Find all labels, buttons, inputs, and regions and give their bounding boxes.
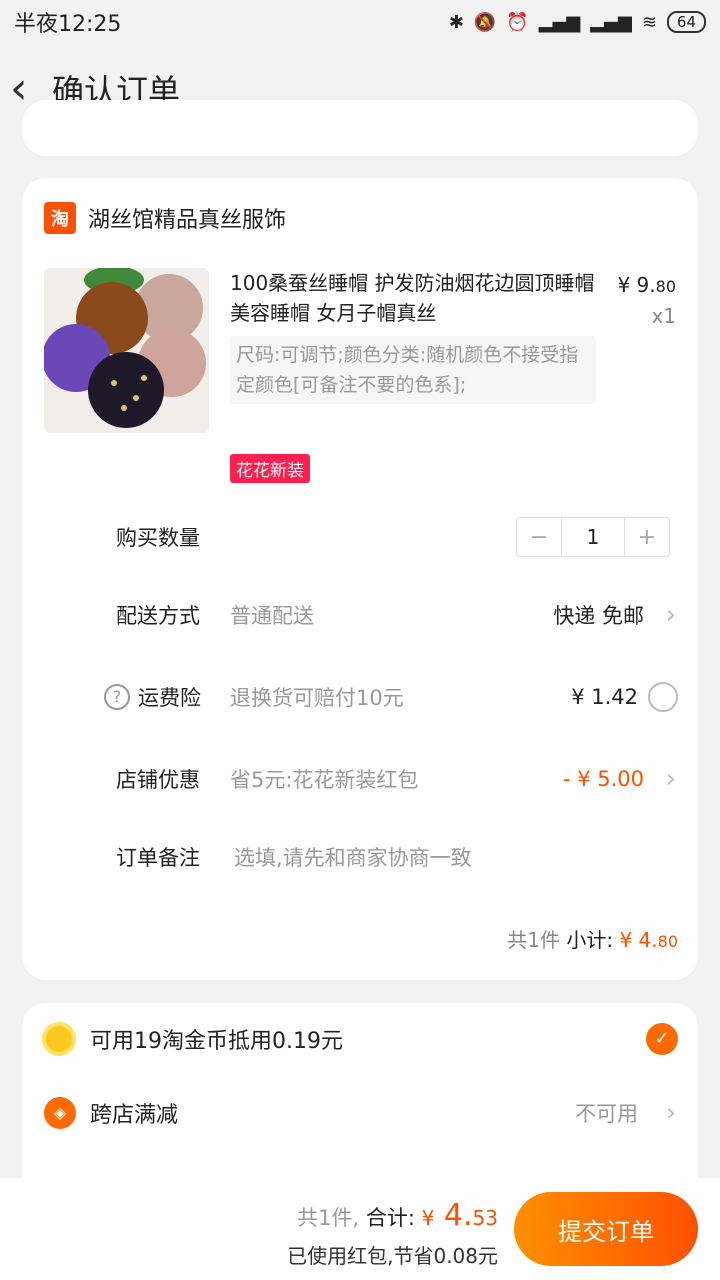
bottom-bar: 共1件, 合计: ¥ 4.53 已使用红包,节省0.08元 提交订单 [0,1178,720,1280]
insurance-price: ¥ 1.42 [571,685,638,709]
signal-icon: ▂▄▆ [538,11,581,33]
coins-text: 可用19淘金币抵用0.19元 [90,1029,343,1054]
delivery-label: 配送方式 [116,604,200,628]
discount-label: 店铺优惠 [116,768,200,792]
chevron-right-icon: › [665,1098,676,1128]
discount-amount: - ¥ 5.00 [562,767,644,791]
order-total: 共1件, 合计: ¥ 4.53 [297,1198,498,1233]
taobao-shop-icon: 淘 [44,202,76,234]
remark-label: 订单备注 [116,846,200,870]
shop-header[interactable]: 淘 湖丝馆精品真丝服饰 [44,202,286,234]
quantity-stepper[interactable]: − 1 + [516,517,670,557]
delivery-method: 快递 免邮 [553,604,644,628]
mute-icon: 🔕 [473,11,497,33]
alarm-icon: ⏰ [506,11,529,33]
chevron-right-icon: › [665,764,676,794]
status-time: 半夜12:25 [14,12,122,37]
savings-note: 已使用红包,节省0.08元 [287,1244,498,1268]
bluetooth-icon: ✱ [448,11,464,33]
insurance-row[interactable]: ? 运费险 退换货可赔付10元 ¥ 1.42 [22,672,698,722]
status-bar: 半夜12:25 ✱ 🔕 ⏰ ▂▄▆ ▂▄▆ ≋ 64 [0,0,720,44]
increase-button[interactable]: + [625,525,669,550]
quantity-row: 购买数量 − 1 + [22,512,698,562]
insurance-label: 运费险 [138,686,201,710]
product-title[interactable]: 100桑蚕丝睡帽 护发防油烟花边圆顶睡帽美容睡帽 女月子帽真丝 [230,268,600,328]
promo-tag: 花花新装 [230,454,310,483]
product-price: ¥ 9.80 [617,273,676,297]
check-icon[interactable]: ✓ [646,1023,678,1055]
battery-icon: 64 [666,11,706,33]
shop-name: 湖丝馆精品真丝服饰 [88,208,287,233]
remark-row: 订单备注 选填,请先和商家协商一致 [22,832,698,882]
remark-input[interactable]: 选填,请先和商家协商一致 [234,842,472,872]
cross-store-text: 跨店满减 [90,1103,179,1128]
quantity-value[interactable]: 1 [561,518,625,556]
discount-value: 省5元:花花新装红包 [230,768,419,792]
address-card-bottom [22,100,698,156]
wifi-icon: ≋ [641,11,657,33]
decrease-button[interactable]: − [517,525,561,550]
subtotal: 共1件 小计: ¥ 4.80 [507,928,678,952]
product-quantity: x1 [651,304,676,328]
cross-store-status: 不可用 [575,1102,638,1126]
coins-row[interactable]: 可用19淘金币抵用0.19元 ✓ [22,1013,698,1065]
delivery-value: 普通配送 [230,604,314,628]
status-icons: ✱ 🔕 ⏰ ▂▄▆ ▂▄▆ ≋ 64 [449,11,706,33]
coupon-icon: ◈ [44,1097,76,1129]
question-icon[interactable]: ? [104,684,130,710]
insurance-radio[interactable] [648,682,678,712]
submit-order-button[interactable]: 提交订单 [514,1192,698,1266]
discount-row[interactable]: 店铺优惠 省5元:花花新装红包 - ¥ 5.00 › [22,754,698,804]
delivery-row[interactable]: 配送方式 普通配送 快递 免邮 › [22,590,698,640]
coin-icon [42,1022,76,1056]
order-card: 淘 湖丝馆精品真丝服饰 100桑蚕丝睡帽 护发防油烟花边圆顶睡帽美容睡帽 女月子… [22,178,698,980]
chevron-right-icon: › [665,600,676,630]
product-image[interactable] [44,268,209,433]
quantity-label: 购买数量 [116,526,200,550]
product-sku: 尺码:可调节;颜色分类:随机颜色不接受指定颜色[可备注不要的色系]; [230,336,596,404]
insurance-value: 退换货可赔付10元 [230,686,404,710]
cross-store-row[interactable]: ◈ 跨店满减 不可用 › [22,1087,698,1139]
signal-icon-2: ▂▄▆ [590,11,632,33]
